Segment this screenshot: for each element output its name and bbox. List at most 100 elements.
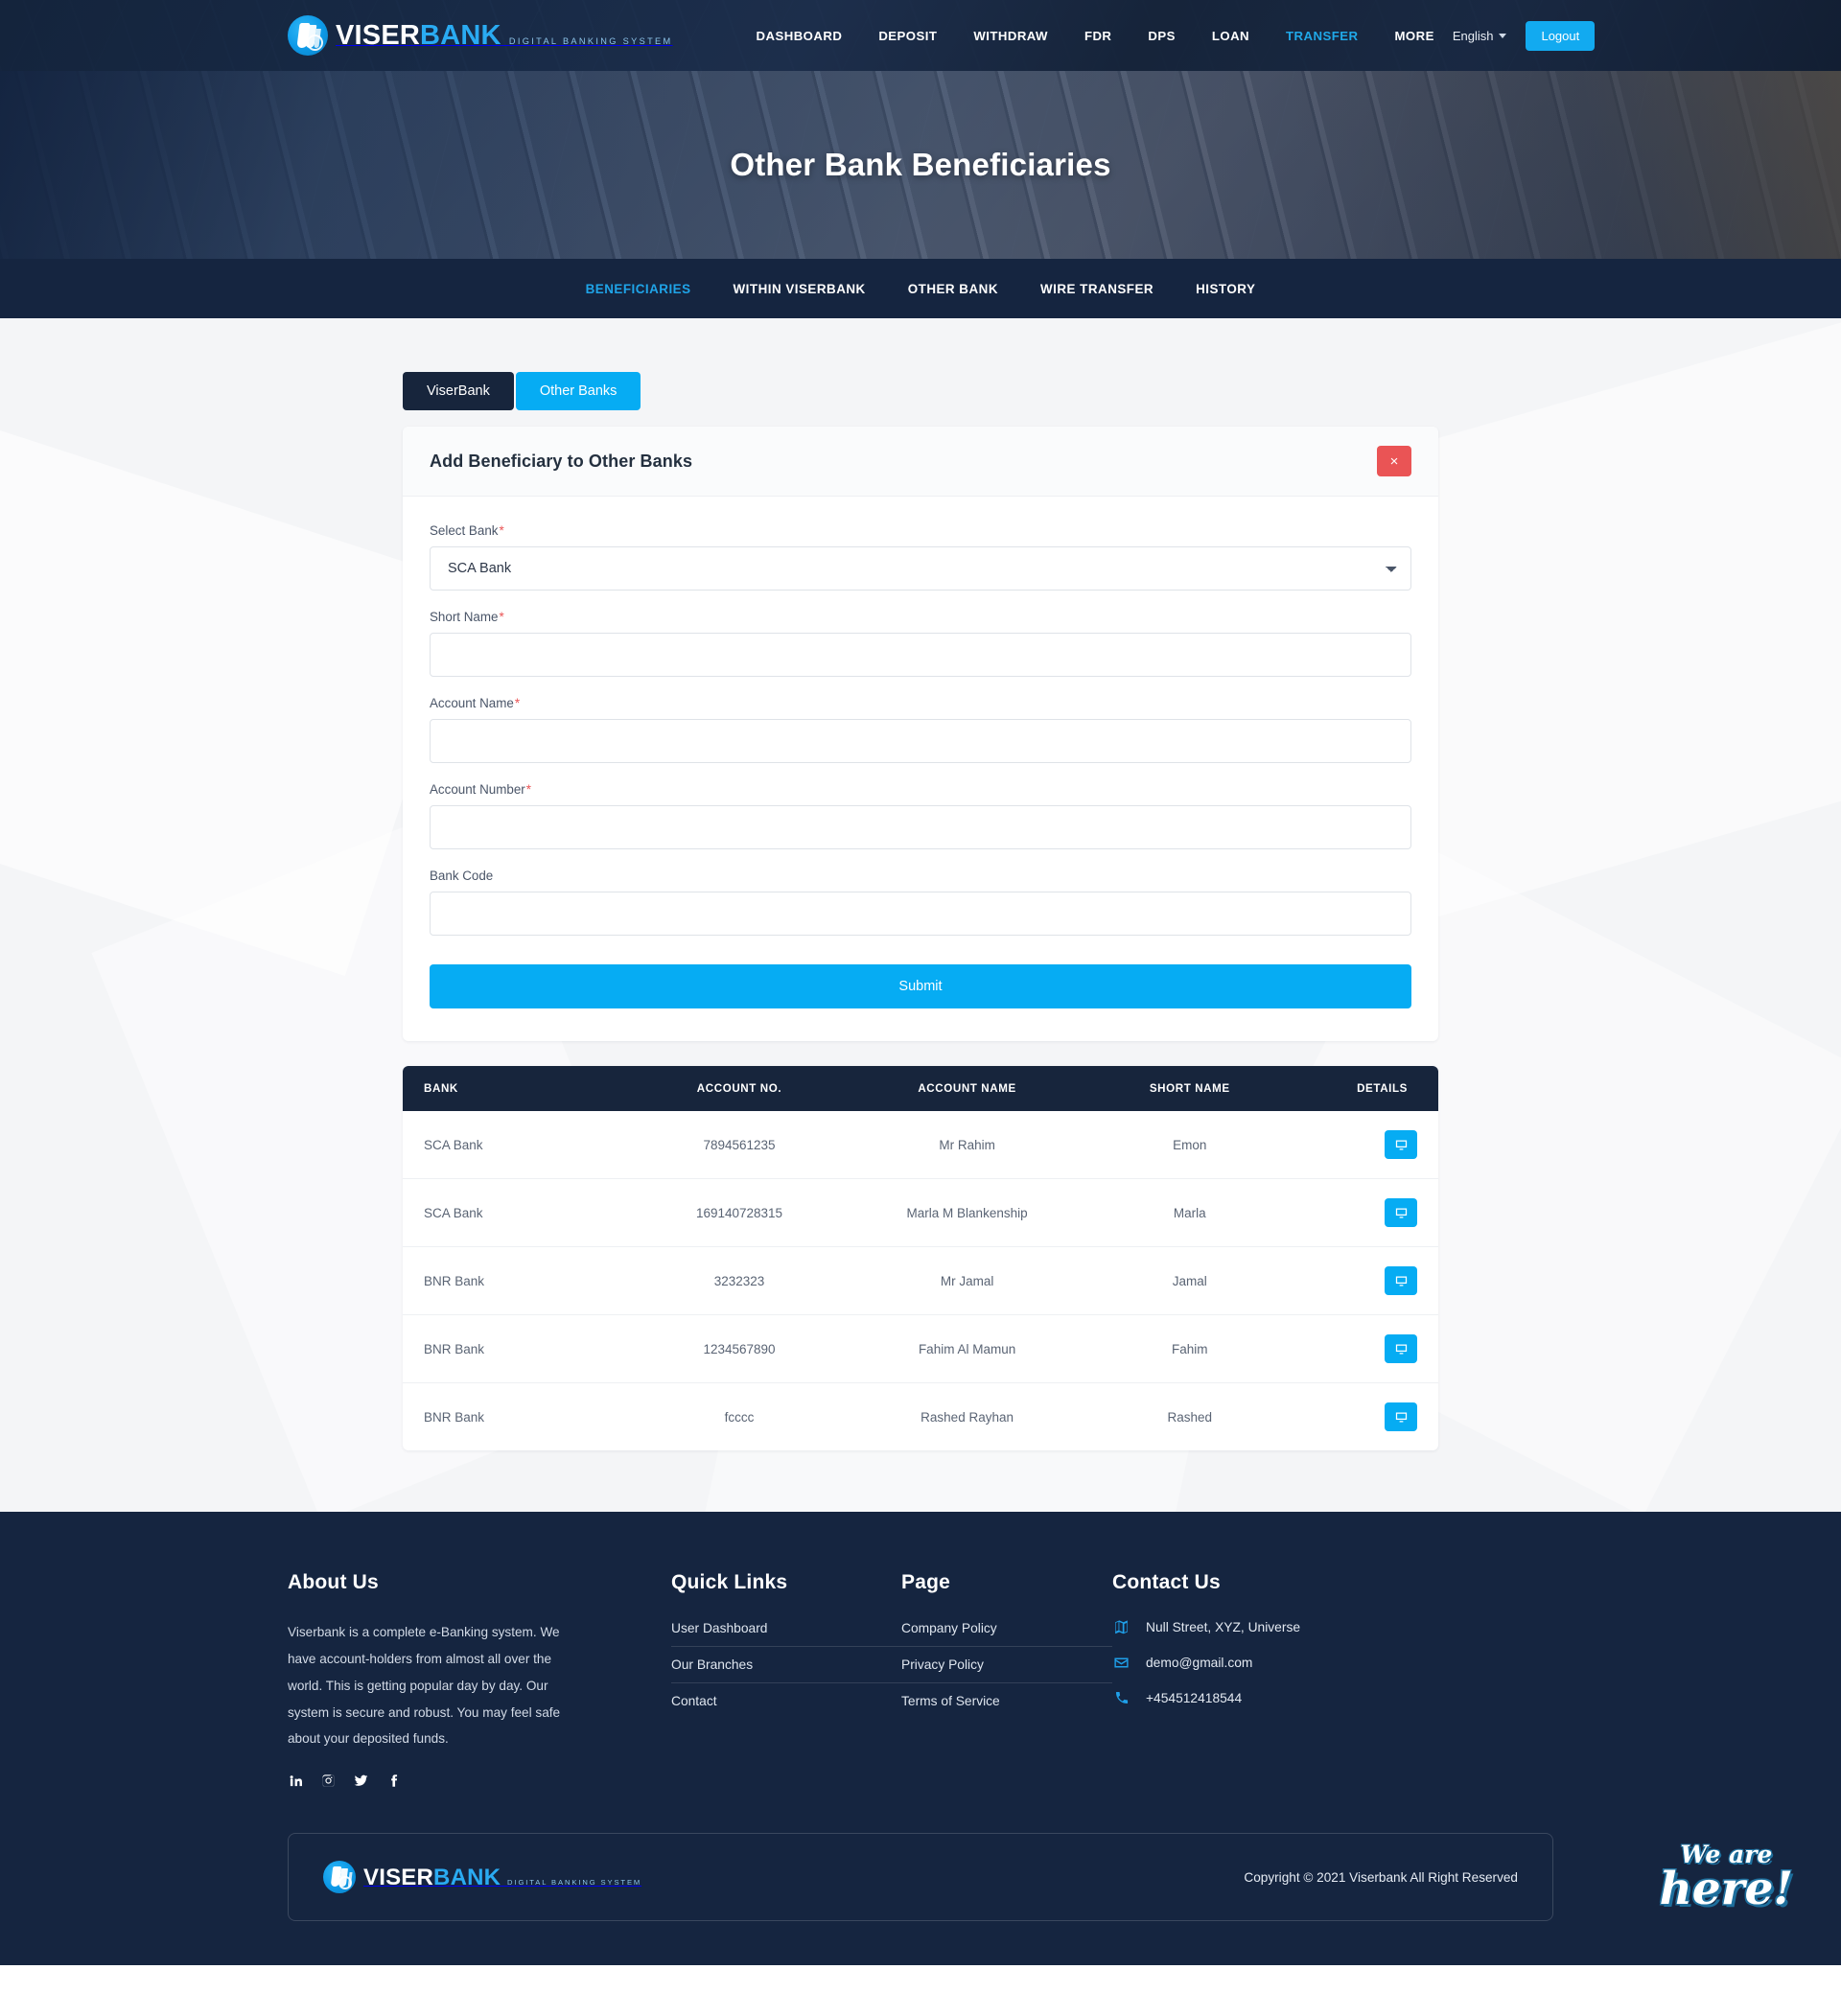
main-menu: DASHBOARD DEPOSIT WITHDRAW FDR DPS LOAN …: [738, 29, 1453, 43]
twitter-icon[interactable]: [353, 1772, 368, 1789]
footer-bottom: VISERBANK DIGITAL BANKING SYSTEM Copyrig…: [288, 1833, 1553, 1965]
footer-link-contact[interactable]: Contact: [671, 1683, 901, 1719]
contact-phone-text: +454512418544: [1146, 1690, 1243, 1705]
subnav-item-other-bank[interactable]: OTHER BANK: [887, 282, 1019, 296]
details-monitor-icon[interactable]: [1385, 1266, 1417, 1295]
viserbank-logo-icon: [323, 1861, 356, 1894]
cell-bank: SCA Bank: [424, 1137, 483, 1152]
nav-item-fdr[interactable]: FDR: [1066, 29, 1130, 43]
linkedin-icon[interactable]: [288, 1772, 303, 1789]
footer-brand-tagline: DIGITAL BANKING SYSTEM: [507, 1877, 642, 1887]
field-select-bank: Select Bank* SCA Bank BNR Bank: [430, 523, 1411, 591]
add-beneficiary-card: Add Beneficiary to Other Banks × Select …: [403, 427, 1438, 1041]
table-row: BNR Bank 1234567890 Fahim Al Mamun Fahim: [403, 1315, 1438, 1383]
contact-address: Null Street, XYZ, Universe: [1112, 1619, 1553, 1635]
subnav-item-within-viserbank[interactable]: WITHIN VISERBANK: [712, 282, 887, 296]
nav-item-more[interactable]: MORE: [1376, 29, 1452, 43]
cell-bank: BNR Bank: [424, 1341, 485, 1356]
nav-item-transfer[interactable]: TRANSFER: [1268, 29, 1376, 43]
footer-brand-logo[interactable]: VISERBANK DIGITAL BANKING SYSTEM: [323, 1861, 642, 1894]
footer-page-title: Page: [901, 1571, 950, 1593]
cell-account-name: Marla M Blankenship: [906, 1205, 1028, 1220]
site-footer: About Us Viserbank is a complete e-Banki…: [0, 1512, 1841, 1966]
badge-line-2: here!: [1659, 1863, 1793, 1916]
cell-account-no: 169140728315: [695, 1205, 783, 1220]
nav-item-withdraw[interactable]: WITHDRAW: [955, 29, 1066, 43]
nav-item-dps[interactable]: DPS: [1130, 29, 1193, 43]
list-item: User Dashboard: [671, 1619, 901, 1647]
footer-about-text: Viserbank is a complete e-Banking system…: [288, 1625, 561, 1747]
footer-social-links: [288, 1772, 614, 1789]
footer-contact-column: Contact Us Null Street, XYZ, Universe de…: [1112, 1571, 1553, 1789]
brand-name-secondary: BANK: [420, 20, 501, 51]
chevron-down-icon: [1499, 33, 1507, 38]
language-selector[interactable]: English: [1453, 29, 1507, 43]
subnav-item-wire-transfer[interactable]: WIRE TRANSFER: [1019, 282, 1175, 296]
footer-link-terms-of-service[interactable]: Terms of Service: [901, 1683, 1112, 1719]
subnav-item-beneficiaries[interactable]: BENEFICIARIES: [565, 282, 712, 296]
footer-contact-title: Contact Us: [1112, 1571, 1221, 1593]
field-short-name: Short Name*: [430, 610, 1411, 677]
nav-item-loan[interactable]: LOAN: [1194, 29, 1268, 43]
field-bank-code: Bank Code: [430, 869, 1411, 936]
table-body: SCA Bank 7894561235 Mr Rahim Emon SCA Bank 16…: [403, 1111, 1438, 1450]
field-account-number: Account Number*: [430, 782, 1411, 849]
table-row: BNR Bank fcccc Rashed Rayhan Rashed: [403, 1383, 1438, 1451]
nav-item-deposit[interactable]: DEPOSIT: [860, 29, 955, 43]
facebook-icon[interactable]: [385, 1772, 401, 1789]
column-header-account-name: ACCOUNT NAME: [918, 1082, 1016, 1095]
logout-button[interactable]: Logout: [1526, 20, 1596, 51]
footer-link-our-branches[interactable]: Our Branches: [671, 1647, 901, 1682]
list-item: Privacy Policy: [901, 1647, 1112, 1683]
table-header-row: BANK ACCOUNT NO. ACCOUNT NAME SHORT NAME…: [403, 1066, 1438, 1111]
cell-bank: SCA Bank: [424, 1205, 483, 1220]
beneficiaries-table-container: BANK ACCOUNT NO. ACCOUNT NAME SHORT NAME…: [403, 1066, 1438, 1450]
subnav-item-history[interactable]: HISTORY: [1175, 282, 1276, 296]
card-title: Add Beneficiary to Other Banks: [430, 451, 693, 471]
submit-button[interactable]: Submit: [430, 964, 1411, 1008]
instagram-icon[interactable]: [320, 1772, 336, 1789]
contact-email: demo@gmail.com: [1112, 1655, 1553, 1671]
toggle-viserbank-button[interactable]: ViserBank: [403, 372, 514, 410]
cell-account-no: 7894561235: [703, 1137, 776, 1152]
details-monitor-icon[interactable]: [1385, 1402, 1417, 1431]
required-asterisk: *: [499, 523, 504, 538]
brand-name-primary: VISER: [336, 20, 421, 51]
contact-phone: +454512418544: [1112, 1690, 1553, 1705]
top-navigation-bar: VISERBANK DIGITAL BANKING SYSTEM DASHBOA…: [0, 0, 1841, 71]
account-name-input[interactable]: [430, 719, 1411, 763]
short-name-input[interactable]: [430, 633, 1411, 677]
footer-link-privacy-policy[interactable]: Privacy Policy: [901, 1647, 1112, 1682]
label-short-name: Short Name*: [430, 610, 504, 624]
page-title: Other Bank Beneficiaries: [730, 147, 1111, 182]
footer-brand-name-secondary: BANK: [433, 1864, 501, 1890]
details-monitor-icon[interactable]: [1385, 1334, 1417, 1363]
contact-email-text[interactable]: demo@gmail.com: [1146, 1656, 1252, 1670]
footer-link-user-dashboard[interactable]: User Dashboard: [671, 1619, 901, 1646]
bank-code-input[interactable]: [430, 892, 1411, 936]
column-header-bank: BANK: [424, 1082, 458, 1095]
footer-page-column: Page Company Policy Privacy Policy Terms…: [901, 1571, 1112, 1789]
list-item: Company Policy: [901, 1619, 1112, 1647]
cell-details: [1293, 1383, 1438, 1451]
close-icon[interactable]: ×: [1377, 446, 1411, 476]
add-beneficiary-form: Select Bank* SCA Bank BNR Bank Short Nam…: [403, 497, 1438, 1041]
beneficiaries-table: BANK ACCOUNT NO. ACCOUNT NAME SHORT NAME…: [403, 1066, 1438, 1450]
brand-logo[interactable]: VISERBANK DIGITAL BANKING SYSTEM: [288, 15, 673, 56]
cell-account-name: Rashed Rayhan: [920, 1409, 1014, 1425]
table-row: SCA Bank 7894561235 Mr Rahim Emon: [403, 1111, 1438, 1179]
select-bank-dropdown[interactable]: SCA Bank BNR Bank: [430, 546, 1411, 591]
cell-account-name: Mr Jamal: [940, 1273, 994, 1288]
details-monitor-icon[interactable]: [1385, 1198, 1417, 1227]
account-number-input[interactable]: [430, 805, 1411, 849]
label-account-number: Account Number*: [430, 782, 531, 797]
toggle-other-banks-button[interactable]: Other Banks: [515, 372, 641, 410]
cell-short-name: Emon: [1173, 1137, 1207, 1152]
cell-details: [1293, 1247, 1438, 1315]
footer-link-company-policy[interactable]: Company Policy: [901, 1619, 1112, 1646]
label-bank-code: Bank Code: [430, 869, 494, 883]
card-header: Add Beneficiary to Other Banks ×: [403, 427, 1438, 497]
details-monitor-icon[interactable]: [1385, 1130, 1417, 1159]
cell-details: [1293, 1315, 1438, 1383]
nav-item-dashboard[interactable]: DASHBOARD: [738, 29, 861, 43]
